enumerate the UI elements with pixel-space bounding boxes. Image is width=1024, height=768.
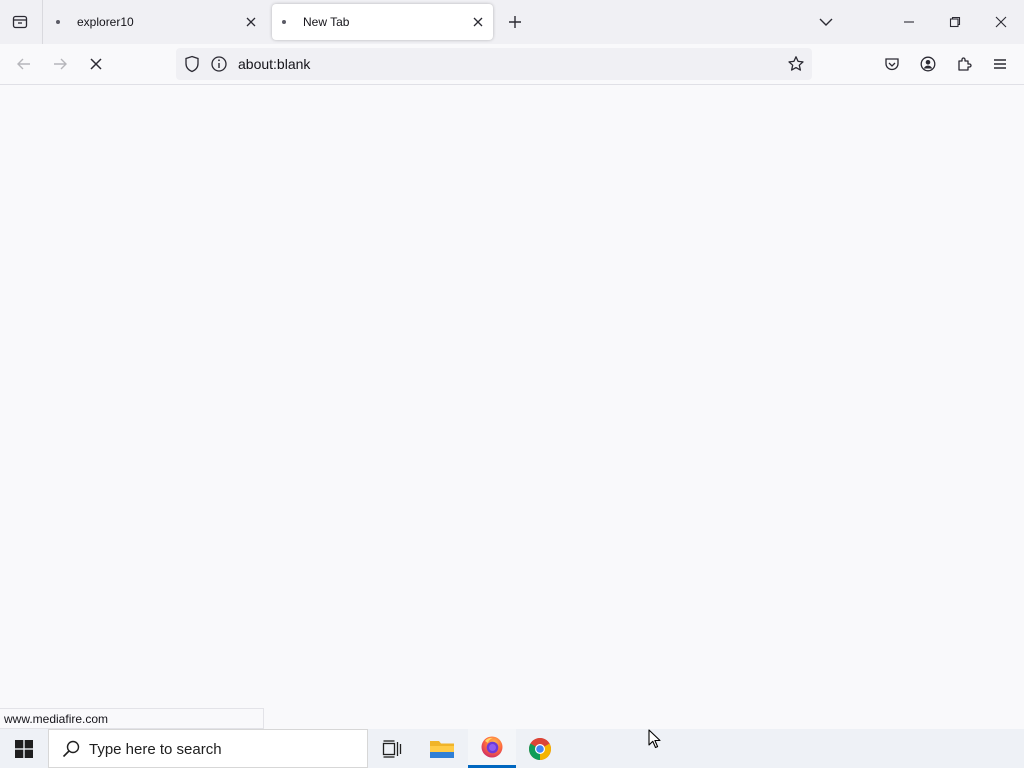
- shield-icon: [185, 55, 199, 73]
- chevron-down-icon: [819, 18, 833, 26]
- restore-icon: [949, 16, 961, 28]
- windows-taskbar: Type here to search: [0, 729, 1024, 768]
- window-close-button[interactable]: [978, 0, 1024, 44]
- close-icon: [473, 17, 483, 27]
- forward-button[interactable]: [46, 50, 74, 78]
- file-explorer-button[interactable]: [418, 729, 466, 768]
- task-view-button[interactable]: [368, 729, 416, 768]
- taskbar-search-box[interactable]: Type here to search: [48, 729, 368, 768]
- tab-strip: explorer10 New Tab: [0, 0, 1024, 44]
- minimize-icon: [904, 21, 914, 23]
- search-placeholder: Type here to search: [89, 741, 222, 758]
- minimize-button[interactable]: [886, 0, 932, 44]
- arrow-left-icon: [17, 58, 30, 70]
- status-panel: www.mediafire.com: [0, 708, 264, 729]
- tab-favicon-dot: [56, 20, 60, 24]
- close-icon: [246, 17, 256, 27]
- close-icon: [995, 16, 1007, 28]
- pocket-button[interactable]: [880, 52, 904, 76]
- list-all-tabs-button[interactable]: [814, 10, 838, 34]
- search-icon: [61, 739, 81, 764]
- tab-title: explorer10: [77, 15, 134, 29]
- chrome-taskbar-button[interactable]: [516, 729, 564, 768]
- tab-favicon-dot: [282, 20, 286, 24]
- extensions-button[interactable]: [952, 52, 976, 76]
- folder-icon: [430, 740, 454, 758]
- pocket-icon: [885, 58, 899, 71]
- account-button[interactable]: [916, 52, 940, 76]
- task-view-icon: [382, 739, 402, 758]
- stop-button[interactable]: [82, 50, 110, 78]
- tab-title: New Tab: [303, 15, 350, 29]
- site-info-button[interactable]: [210, 55, 228, 78]
- chrome-icon: [529, 737, 551, 760]
- info-icon: [211, 56, 227, 72]
- hamburger-icon: [994, 59, 1006, 69]
- arrow-right-icon: [54, 58, 67, 70]
- puzzle-icon: [958, 57, 972, 71]
- account-icon: [920, 56, 936, 72]
- tab-separator: [42, 0, 43, 44]
- windows-logo-icon: [15, 739, 33, 758]
- tab-new-tab[interactable]: New Tab: [272, 4, 493, 40]
- app-menu-button[interactable]: [988, 52, 1012, 76]
- tracking-protection-button[interactable]: [184, 55, 200, 78]
- stop-icon: [90, 58, 102, 70]
- bookmark-button[interactable]: [786, 54, 806, 74]
- tab-list-icon: [12, 15, 28, 29]
- firefox-icon: [481, 736, 503, 758]
- url-input[interactable]: [238, 56, 758, 72]
- tab-close-button[interactable]: [242, 13, 260, 31]
- plus-icon: [509, 16, 521, 28]
- new-tab-button[interactable]: [502, 9, 528, 35]
- mouse-cursor-icon: [648, 729, 662, 754]
- firefox-taskbar-button[interactable]: [468, 729, 516, 768]
- tab-explorer10[interactable]: explorer10: [46, 4, 266, 40]
- restore-button[interactable]: [932, 0, 978, 44]
- navigation-toolbar: [0, 44, 1024, 85]
- tab-close-button[interactable]: [469, 13, 487, 31]
- page-content[interactable]: [0, 85, 1024, 729]
- tab-list-button[interactable]: [6, 8, 34, 36]
- url-bar[interactable]: [176, 48, 812, 80]
- star-icon: [788, 56, 804, 71]
- start-button[interactable]: [0, 729, 48, 768]
- back-button[interactable]: [10, 50, 38, 78]
